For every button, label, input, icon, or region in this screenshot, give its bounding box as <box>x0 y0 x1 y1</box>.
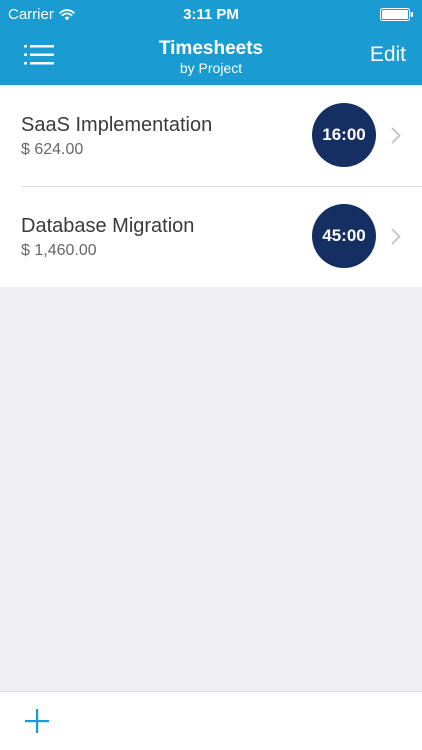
project-amount: $ 1,460.00 <box>21 242 97 259</box>
status-bar: Carrier 3:11 PM <box>0 0 422 30</box>
bottom-toolbar <box>0 691 422 750</box>
hours-badge: 45:00 <box>312 204 376 268</box>
navigation-bar: Timesheets by Project Edit <box>0 30 422 85</box>
edit-button[interactable]: Edit <box>370 43 406 67</box>
project-row-saas-implementation[interactable]: SaaS Implementation $ 624.00 16:00 <box>0 85 422 186</box>
project-list: SaaS Implementation $ 624.00 16:00 Datab… <box>0 85 422 287</box>
plus-icon <box>25 709 49 733</box>
header: Carrier 3:11 PM Timesheets by Project Ed… <box>0 0 422 85</box>
menu-button[interactable] <box>22 42 56 68</box>
project-amount: $ 624.00 <box>21 141 84 158</box>
project-row-database-migration[interactable]: Database Migration $ 1,460.00 45:00 <box>0 186 422 287</box>
page-subtitle: by Project <box>179 60 243 76</box>
chevron-right-icon <box>391 228 401 245</box>
nav-title-group: Timesheets by Project <box>60 38 362 77</box>
hours-badge: 16:00 <box>312 103 376 167</box>
battery-icon <box>380 8 413 21</box>
chevron-right-icon <box>391 127 401 144</box>
project-name: Database Migration <box>21 215 195 237</box>
page-title: Timesheets <box>158 38 264 59</box>
add-project-button[interactable] <box>24 708 50 734</box>
project-name: SaaS Implementation <box>21 114 213 136</box>
hamburger-menu-icon <box>24 45 54 65</box>
timesheets-screen: Carrier 3:11 PM Timesheets by Project Ed… <box>0 0 422 750</box>
clock: 3:11 PM <box>183 6 239 23</box>
